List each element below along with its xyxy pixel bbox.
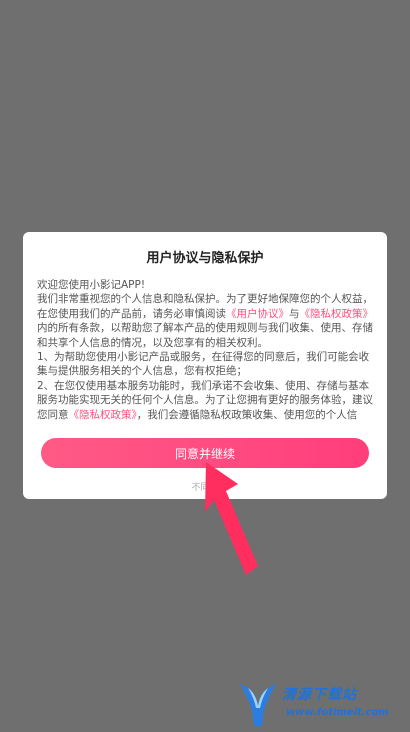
watermark-url: www.fotimeit.com — [286, 707, 389, 718]
paragraph-text: 1、为帮助您使用小影记产品或服务，在征得您的同意后，我们可能会收集与提供服务相关… — [37, 351, 370, 378]
disagree-link[interactable]: 不同意 — [23, 480, 387, 493]
policy-link[interactable]: 《隐私权政策》 — [69, 409, 137, 420]
dialog-paragraph: 1、为帮助您使用小影记产品或服务，在征得您的同意后，我们可能会收集与提供服务相关… — [37, 350, 373, 379]
agree-and-continue-button[interactable]: 同意并继续 — [41, 438, 369, 468]
paragraph-text: 与 — [289, 307, 300, 320]
policy-link[interactable]: 《隐私权政策》 — [300, 308, 374, 320]
privacy-dialog: 用户协议与隐私保护 欢迎您使用小影记APP! 我们非常重视您的个人信息和隐私保护。… — [23, 232, 387, 499]
policy-link[interactable]: 《用户协议》 — [226, 308, 289, 320]
dialog-body[interactable]: 欢迎您使用小影记APP! 我们非常重视您的个人信息和隐私保护。为了更好地保障您的个… — [37, 278, 373, 420]
dialog-paragraph: 2、在您仅使用基本服务功能时，我们承诺不会收集、使用、存储与基本服务功能实现无关… — [37, 379, 373, 420]
paragraph-text: 内的所有条款，以帮助您了解本产品的使用规则与我们收集、使用、存储和共享个人信息的… — [37, 322, 373, 349]
watermark-name: 清源下载站 — [282, 687, 357, 703]
dialog-title: 用户协议与隐私保护 — [146, 251, 264, 266]
dialog-paragraph: 欢迎您使用小影记APP! — [37, 278, 373, 292]
dialog-paragraph: 我们非常重视您的个人信息和隐私保护。为了更好地保障您的个人权益，在您使用我们的产… — [37, 292, 373, 350]
paragraph-text: 欢迎您使用小影记APP! — [37, 279, 146, 291]
